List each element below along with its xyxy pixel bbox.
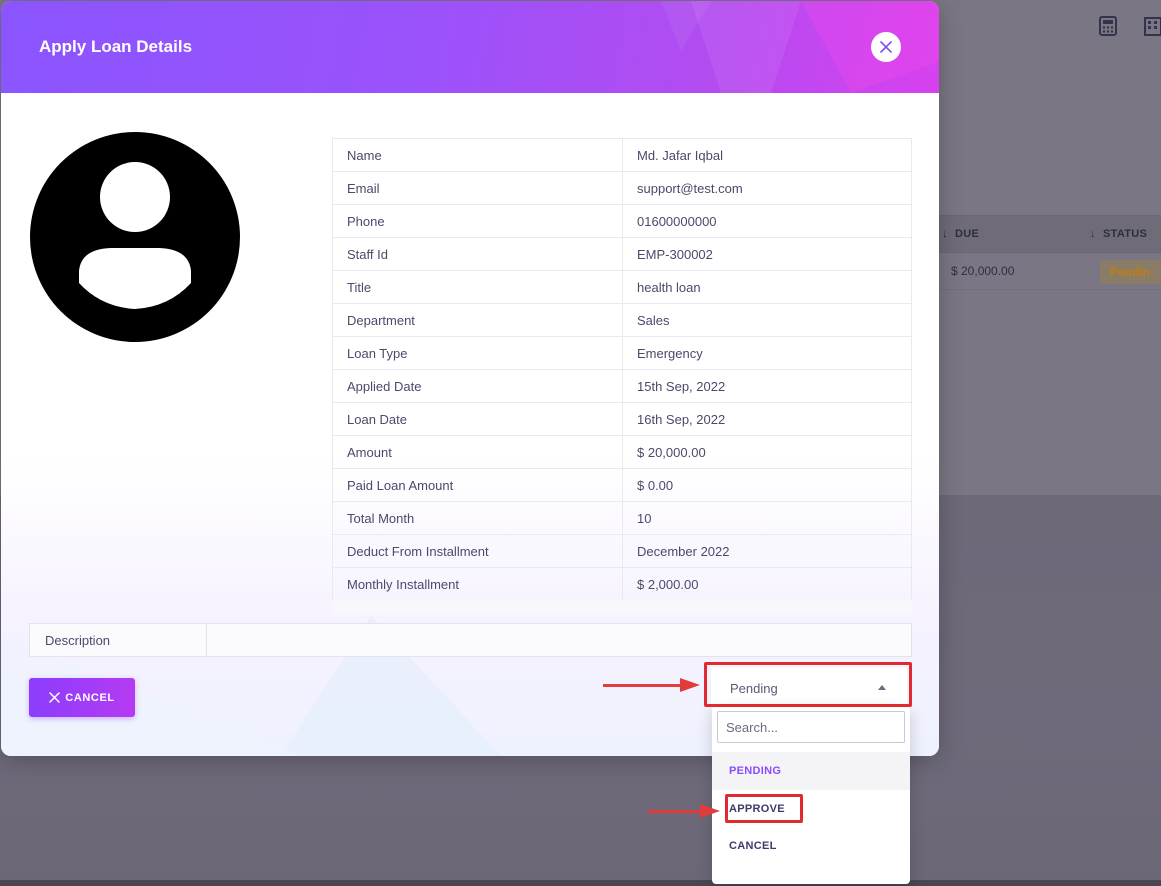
detail-key: Deduct From Installment [332, 534, 623, 568]
description-row: Description [29, 623, 912, 657]
annotation-arrow-head [700, 804, 720, 818]
detail-key: Name [332, 138, 623, 172]
detail-key: Phone [332, 204, 623, 238]
table-footer-space [332, 600, 912, 615]
close-icon [880, 41, 892, 53]
status-search-input[interactable] [717, 711, 905, 743]
detail-value: Sales [622, 303, 912, 337]
cancel-button-label: CANCEL [65, 691, 115, 704]
due-cell: $ 20,000.00 [951, 264, 1015, 278]
detail-key: Department [332, 303, 623, 337]
detail-value: $ 0.00 [622, 468, 912, 502]
detail-key: Amount [332, 435, 623, 469]
description-label: Description [30, 624, 207, 656]
table-row: Title health loan [332, 270, 912, 304]
avatar-placeholder-icon [30, 132, 240, 342]
building-icon[interactable] [1144, 16, 1161, 36]
status-badge: Pendin [1100, 260, 1161, 284]
annotation-arrow [603, 684, 685, 687]
detail-value: EMP-300002 [622, 237, 912, 271]
table-row: Name Md. Jafar Iqbal [332, 138, 912, 172]
table-row: Email support@test.com [332, 171, 912, 205]
status-option-approve[interactable]: APPROVE [712, 790, 910, 828]
detail-key: Monthly Installment [332, 567, 623, 601]
status-option-pending[interactable]: PENDING [712, 752, 910, 790]
annotation-arrow-head [680, 678, 700, 692]
cancel-button[interactable]: CANCEL [29, 678, 135, 717]
detail-key: Total Month [332, 501, 623, 535]
detail-key: Applied Date [332, 369, 623, 403]
table-row: $ 20,000.00 Pendin [935, 253, 1161, 290]
calculator-icon[interactable] [1098, 16, 1118, 36]
modal-title: Apply Loan Details [39, 37, 193, 56]
loan-details-table: Name Md. Jafar Iqbal Email support@test.com… [332, 138, 912, 601]
detail-value: December 2022 [622, 534, 912, 568]
table-row: Phone 01600000000 [332, 204, 912, 238]
detail-key: Title [332, 270, 623, 304]
table-row: Applied Date 15th Sep, 2022 [332, 369, 912, 403]
detail-value: 01600000000 [622, 204, 912, 238]
table-row: Loan Date 16th Sep, 2022 [332, 402, 912, 436]
background-footer-strip [0, 880, 1161, 886]
detail-value: support@test.com [622, 171, 912, 205]
table-row: Monthly Installment $ 2,000.00 [332, 567, 912, 601]
due-column-header[interactable]: DUE [955, 228, 979, 240]
detail-key: Paid Loan Amount [332, 468, 623, 502]
detail-value: health loan [622, 270, 912, 304]
detail-value: 15th Sep, 2022 [622, 369, 912, 403]
detail-key: Loan Type [332, 336, 623, 370]
sort-down-icon: ↓ [1090, 228, 1096, 240]
detail-value: 16th Sep, 2022 [622, 402, 912, 436]
table-row: Staff Id EMP-300002 [332, 237, 912, 271]
table-row: Total Month 10 [332, 501, 912, 535]
detail-key: Email [332, 171, 623, 205]
detail-key: Loan Date [332, 402, 623, 436]
detail-value: $ 2,000.00 [622, 567, 912, 601]
status-column-header[interactable]: STATUS [1103, 228, 1147, 240]
table-row: Deduct From Installment December 2022 [332, 534, 912, 568]
close-button[interactable] [871, 32, 901, 62]
loan-details-modal: Apply Loan Details Name Md. Jafar Iqbal Em… [1, 1, 939, 756]
status-dropdown-menu: PENDING APPROVE CANCEL [712, 706, 910, 884]
table-row: Amount $ 20,000.00 [332, 435, 912, 469]
modal-header: Apply Loan Details [1, 1, 939, 93]
sort-down-icon: ↓ [942, 228, 948, 240]
detail-value: Md. Jafar Iqbal [622, 138, 912, 172]
table-row: Paid Loan Amount $ 0.00 [332, 468, 912, 502]
table-row: Loan Type Emergency [332, 336, 912, 370]
caret-up-icon [878, 685, 886, 690]
close-icon [49, 692, 61, 703]
detail-value: Emergency [622, 336, 912, 370]
status-select[interactable]: Pending [711, 668, 907, 706]
status-option-cancel[interactable]: CANCEL [712, 827, 910, 865]
table-row: Department Sales [332, 303, 912, 337]
detail-value: $ 20,000.00 [622, 435, 912, 469]
annotation-arrow [648, 810, 704, 813]
status-select-value: Pending [730, 681, 778, 696]
background-table-header: ↓ DUE ↓ STATUS [935, 215, 1161, 253]
detail-value: 10 [622, 501, 912, 535]
detail-key: Staff Id [332, 237, 623, 271]
